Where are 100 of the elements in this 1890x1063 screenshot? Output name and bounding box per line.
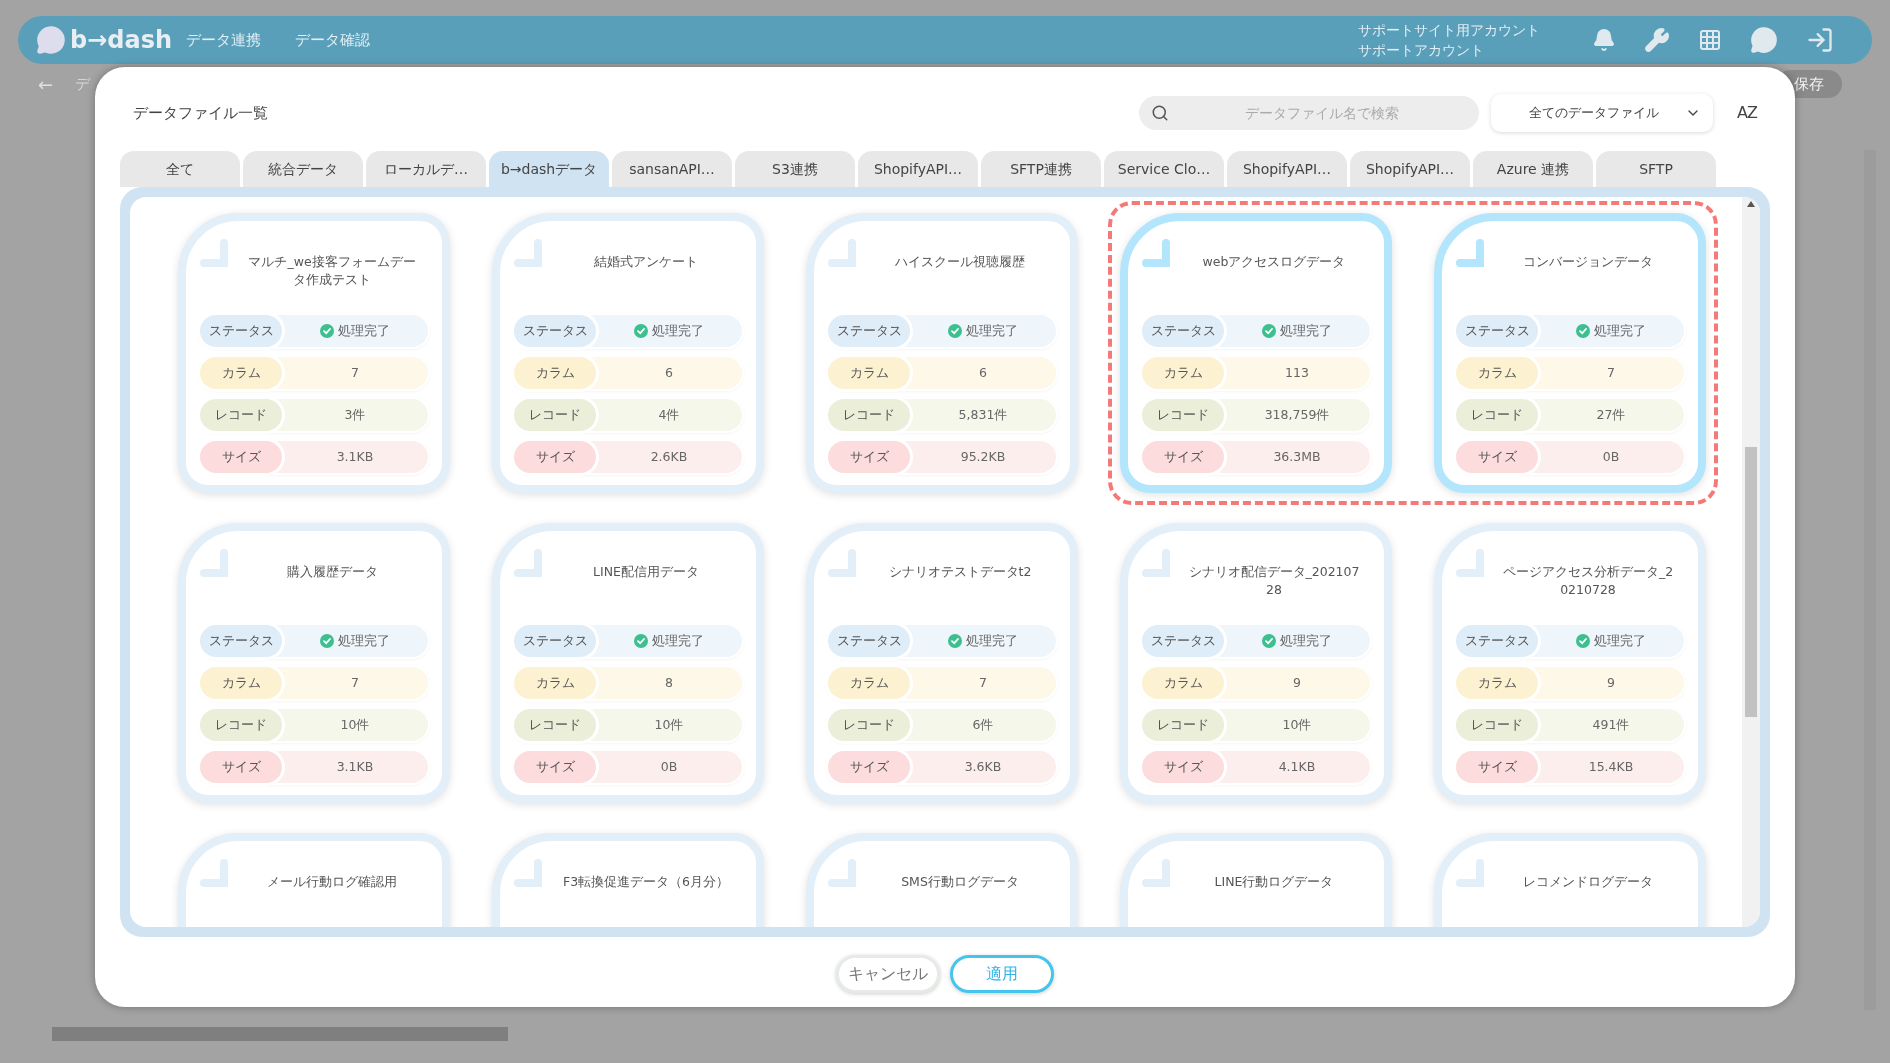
- stat-value: 0B: [659, 757, 679, 776]
- tab[interactable]: 統合データ: [243, 151, 363, 187]
- file-name: メール行動ログ確認用: [266, 873, 398, 891]
- stat-label: ステータス: [514, 625, 596, 657]
- stat-value: 処理完了: [1538, 321, 1684, 341]
- chat-icon[interactable]: [1750, 26, 1778, 54]
- stat-label: サイズ: [1142, 751, 1224, 783]
- stat-label: ステータス: [200, 625, 282, 657]
- file-card[interactable]: コンバージョンデータ ステータス 処理完了 カラム 7 レコード 27件 サイズ 0B: [1434, 213, 1706, 493]
- tab[interactable]: sansanAPI…: [612, 151, 732, 187]
- file-name: F3転換促進データ（6月分）: [561, 873, 731, 891]
- tab[interactable]: ShopifyAPI…: [858, 151, 978, 187]
- stat-label: カラム: [1142, 667, 1224, 699]
- file-card[interactable]: シナリオテストデータt2 ステータス 処理完了 カラム 7 レコード 6件 サイズ 3.6KB: [806, 523, 1078, 803]
- tab[interactable]: b→dashデータ: [489, 151, 609, 187]
- file-card[interactable]: マルチ_we接客フォームデータ作成テスト ステータス 処理完了 カラム 7 レコード 3件 サイズ 3.1KB: [178, 213, 450, 493]
- stat-value: 5,831件: [957, 405, 1009, 424]
- stat-label: ステータス: [1456, 315, 1538, 347]
- stat-label: サイズ: [200, 751, 282, 783]
- stat-value: 95.2KB: [959, 447, 1007, 466]
- cancel-button[interactable]: キャンセル: [836, 955, 940, 993]
- file-card[interactable]: F3転換促進データ（6月分）: [492, 833, 764, 927]
- search-field[interactable]: データファイル名で検索: [1139, 96, 1480, 130]
- stat-label: サイズ: [828, 751, 910, 783]
- stat-value: 113: [1284, 363, 1310, 382]
- stat-value: 処理完了: [1538, 631, 1684, 651]
- stat-label: レコード: [1142, 399, 1224, 431]
- tab[interactable]: Service Clo…: [1104, 151, 1224, 187]
- stat-label: サイズ: [514, 441, 596, 473]
- logo-icon: [36, 25, 66, 55]
- file-card[interactable]: 購入履歴データ ステータス 処理完了 カラム 7 レコード 10件 サイズ 3.1KB: [178, 523, 450, 803]
- tab[interactable]: S3連携: [735, 151, 855, 187]
- search-input[interactable]: データファイル名で検索: [1177, 102, 1468, 124]
- file-card[interactable]: メール行動ログ確認用: [178, 833, 450, 927]
- tab[interactable]: ShopifyAPI…: [1227, 151, 1347, 187]
- stat-label: サイズ: [1142, 441, 1224, 473]
- grid-icon[interactable]: [1698, 28, 1722, 52]
- file-card[interactable]: ページアクセス分析データ_20210728 ステータス 処理完了 カラム 9 レコード 491件 サイズ 15.4KB: [1434, 523, 1706, 803]
- bell-icon[interactable]: [1592, 28, 1616, 52]
- file-card[interactable]: webアクセスログデータ ステータス 処理完了 カラム 113 レコード 318,759件 サイズ 36.3MB: [1120, 213, 1392, 493]
- stat-label: ステータス: [1142, 625, 1224, 657]
- file-name: レコメンドログデータ: [1522, 873, 1654, 891]
- file-name: 結婚式アンケート: [593, 253, 699, 271]
- stat-value: 8: [664, 673, 674, 692]
- file-name: 購入履歴データ: [285, 563, 379, 581]
- file-name: ハイスクール視聴履歴: [894, 253, 1026, 271]
- stat-value: 3件: [343, 405, 367, 424]
- stat-label: レコード: [828, 399, 910, 431]
- stat-value: 7: [350, 673, 360, 692]
- wrench-icon[interactable]: [1644, 27, 1670, 53]
- scrollbar[interactable]: [1742, 197, 1760, 927]
- file-card[interactable]: LINE配信用データ ステータス 処理完了 カラム 8 レコード 10件 サイズ 0B: [492, 523, 764, 803]
- stat-label: レコード: [1142, 709, 1224, 741]
- stat-label: カラム: [514, 667, 596, 699]
- stat-label: レコード: [200, 399, 282, 431]
- stat-label: カラム: [1142, 357, 1224, 389]
- file-name: マルチ_we接客フォームデータ作成テスト: [247, 253, 417, 289]
- tab[interactable]: 全て: [120, 151, 240, 187]
- stat-label: ステータス: [1142, 315, 1224, 347]
- check-icon: [1262, 324, 1276, 338]
- stat-label: ステータス: [1456, 625, 1538, 657]
- logout-icon[interactable]: [1806, 26, 1834, 54]
- file-card[interactable]: SMS行動ログデータ: [806, 833, 1078, 927]
- tab[interactable]: SFTP連携: [981, 151, 1101, 187]
- file-card[interactable]: LINE行動ログデータ: [1120, 833, 1392, 927]
- stat-value: 処理完了: [1224, 321, 1370, 341]
- file-name: ページアクセス分析データ_20210728: [1501, 563, 1675, 599]
- file-card[interactable]: レコメンドログデータ: [1434, 833, 1706, 927]
- tab[interactable]: SFTP: [1596, 151, 1716, 187]
- scroll-up-icon[interactable]: [1747, 201, 1755, 207]
- stat-value: 10件: [1281, 715, 1313, 734]
- file-name: コンバージョンデータ: [1522, 253, 1654, 271]
- stat-label: サイズ: [1456, 441, 1538, 473]
- tab[interactable]: Azure 連携: [1473, 151, 1593, 187]
- file-card[interactable]: ハイスクール視聴履歴 ステータス 処理完了 カラム 6 レコード 5,831件 サイズ 95.2KB: [806, 213, 1078, 493]
- dialog-title: データファイル一覧: [133, 102, 268, 124]
- sort-button[interactable]: AZ: [1737, 101, 1757, 125]
- filter-dropdown[interactable]: 全てのデータファイル: [1491, 94, 1714, 132]
- file-card[interactable]: シナリオ配信データ_20210728 ステータス 処理完了 カラム 9 レコード 10件 サイズ 4.1KB: [1120, 523, 1392, 803]
- stat-value: 処理完了: [596, 321, 742, 341]
- check-icon: [320, 634, 334, 648]
- check-icon: [320, 324, 334, 338]
- check-icon: [1576, 324, 1590, 338]
- file-name: webアクセスログデータ: [1201, 253, 1347, 271]
- stat-label: ステータス: [828, 625, 910, 657]
- stat-label: レコード: [1456, 399, 1538, 431]
- file-card[interactable]: 結婚式アンケート ステータス 処理完了 カラム 6 レコード 4件 サイズ 2.6KB: [492, 213, 764, 493]
- stat-label: カラム: [828, 357, 910, 389]
- account-name: サポートサイト用アカウント: [1358, 21, 1541, 40]
- stat-value: 36.3MB: [1272, 447, 1322, 466]
- tab[interactable]: ローカルデ…: [366, 151, 486, 187]
- stat-value: 3.6KB: [963, 757, 1003, 776]
- stat-label: ステータス: [828, 315, 910, 347]
- stat-label: ステータス: [200, 315, 282, 347]
- stat-label: カラム: [1456, 667, 1538, 699]
- tab[interactable]: ShopifyAPI…: [1350, 151, 1470, 187]
- stat-value: 10件: [339, 715, 371, 734]
- stat-value: 318,759件: [1263, 405, 1331, 424]
- stat-label: カラム: [1456, 357, 1538, 389]
- scrollbar-thumb[interactable]: [1745, 447, 1757, 717]
